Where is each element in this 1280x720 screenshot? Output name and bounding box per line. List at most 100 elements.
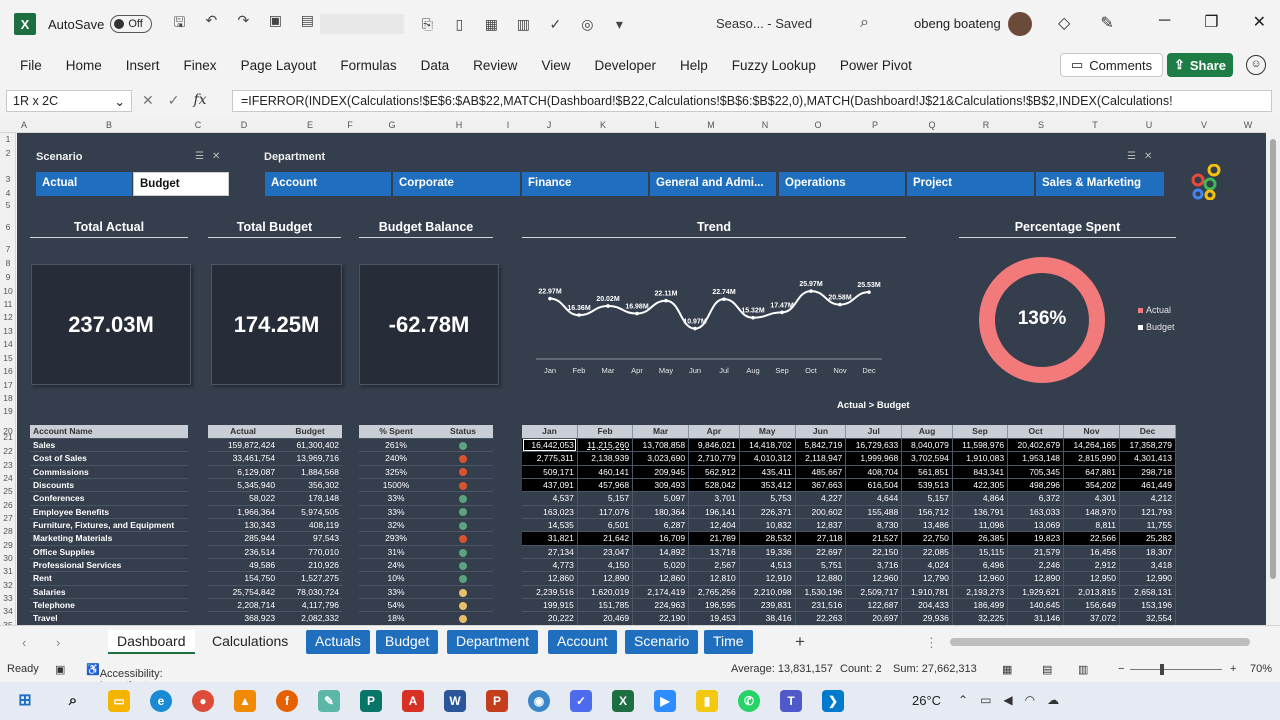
month-value-cell[interactable]: 32,225 xyxy=(952,611,1009,625)
month-value-cell[interactable]: 3,701 xyxy=(688,491,740,506)
row-header[interactable]: 27 xyxy=(0,513,16,523)
month-value-cell[interactable]: 1,530,196 xyxy=(795,585,847,599)
month-value-cell[interactable]: 5,020 xyxy=(632,558,690,573)
month-value-cell[interactable]: 11,755 xyxy=(1119,518,1176,533)
month-value-cell[interactable]: 457,968 xyxy=(577,478,634,493)
month-value-cell[interactable]: 4,773 xyxy=(522,558,578,573)
month-value-cell[interactable]: 6,287 xyxy=(632,518,690,533)
teams-icon[interactable]: T xyxy=(780,690,802,712)
month-value-cell[interactable]: 12,860 xyxy=(522,571,578,586)
row-header[interactable]: 31 xyxy=(0,566,16,576)
zoom-in-icon[interactable]: + xyxy=(1230,663,1236,675)
month-value-cell[interactable]: 12,890 xyxy=(1007,571,1065,586)
status-cell[interactable] xyxy=(433,558,493,573)
column-header[interactable]: N xyxy=(762,120,769,130)
month-value-cell[interactable]: 204,433 xyxy=(901,598,953,613)
budget-cell[interactable]: 2,082,332 xyxy=(278,611,342,625)
pct-spent-cell[interactable]: 10% xyxy=(359,571,434,586)
pct-spent-cell[interactable]: 18% xyxy=(359,611,434,625)
account-name-cell[interactable]: Marketing Materials xyxy=(30,531,188,546)
month-value-cell[interactable]: 163,023 xyxy=(522,505,578,519)
actual-cell[interactable]: 5,345,940 xyxy=(208,478,279,493)
slicer-item-operations[interactable]: Operations xyxy=(779,172,905,196)
tab-review[interactable]: Review xyxy=(461,58,529,73)
network-icon[interactable]: ☁ xyxy=(1047,693,1059,707)
month-value-cell[interactable]: 20,697 xyxy=(845,611,903,625)
month-value-cell[interactable]: 2,765,256 xyxy=(688,585,740,599)
edge-icon[interactable]: e xyxy=(150,690,172,712)
row-header[interactable]: 30 xyxy=(0,553,16,563)
month-value-cell[interactable]: 11,096 xyxy=(952,518,1009,533)
row-header[interactable]: 1 xyxy=(0,134,16,144)
month-value-cell[interactable]: 4,513 xyxy=(739,558,796,573)
month-value-cell[interactable]: 11,215,260 xyxy=(577,438,634,453)
chrome-icon[interactable]: ● xyxy=(192,690,214,712)
month-value-cell[interactable]: 22,750 xyxy=(901,531,953,546)
row-header[interactable]: 18 xyxy=(0,393,16,403)
month-value-cell[interactable]: 155,488 xyxy=(845,505,903,519)
account-name-cell[interactable]: Cost of Sales xyxy=(30,451,188,466)
tab-help[interactable]: Help xyxy=(668,58,720,73)
month-value-cell[interactable]: 121,793 xyxy=(1119,505,1176,519)
row-header[interactable]: 19 xyxy=(0,406,16,416)
wifi-icon[interactable]: ◠ xyxy=(1025,693,1035,707)
month-value-cell[interactable]: 31,146 xyxy=(1007,611,1065,625)
pct-spent-cell[interactable]: 1500% xyxy=(359,478,434,493)
slicer-item-general-admin[interactable]: General and Admi... xyxy=(650,172,776,196)
month-value-cell[interactable]: 21,527 xyxy=(845,531,903,546)
zoom-slider[interactable] xyxy=(1130,669,1222,670)
actual-cell[interactable]: 2,208,714 xyxy=(208,598,279,613)
month-value-cell[interactable]: 209,945 xyxy=(632,465,690,479)
column-header[interactable]: C xyxy=(195,120,202,130)
month-value-cell[interactable]: 21,642 xyxy=(577,531,634,546)
month-value-cell[interactable]: 509,171 xyxy=(522,465,578,479)
status-cell[interactable] xyxy=(433,505,493,519)
month-value-cell[interactable]: 2,912 xyxy=(1063,558,1120,573)
document-icon[interactable]: ▯ xyxy=(450,16,468,33)
month-value-cell[interactable]: 12,404 xyxy=(688,518,740,533)
prev-sheet-icon[interactable]: ‹ xyxy=(22,635,26,650)
sheet-tab-scenario[interactable]: Scenario xyxy=(625,630,699,654)
zoom-level[interactable]: 70% xyxy=(1250,663,1272,675)
page-break-icon[interactable]: ▥ xyxy=(1078,663,1088,676)
month-value-cell[interactable]: 38,416 xyxy=(739,611,796,625)
avatar[interactable] xyxy=(1008,12,1032,36)
table-icon[interactable]: ▥ xyxy=(514,16,532,33)
column-header[interactable]: P xyxy=(872,120,878,130)
month-value-cell[interactable]: 2,658,131 xyxy=(1119,585,1176,599)
column-header[interactable]: V xyxy=(1201,120,1207,130)
column-header[interactable]: U xyxy=(1146,120,1153,130)
tab-finex[interactable]: Finex xyxy=(172,58,229,73)
month-value-cell[interactable]: 12,960 xyxy=(845,571,903,586)
recorder-icon[interactable]: ◉ xyxy=(528,690,550,712)
account-name-cell[interactable]: Employee Benefits xyxy=(30,505,188,519)
account-name-cell[interactable]: Commissions xyxy=(30,465,188,479)
pct-spent-cell[interactable]: 240% xyxy=(359,451,434,466)
budget-cell[interactable]: 5,974,505 xyxy=(278,505,342,519)
word-icon[interactable]: W xyxy=(444,690,466,712)
more-options-icon[interactable]: ⋮ xyxy=(925,635,938,651)
pct-spent-cell[interactable]: 31% xyxy=(359,545,434,559)
budget-cell[interactable]: 78,030,724 xyxy=(278,585,342,599)
redo-icon[interactable]: ↷ xyxy=(234,12,252,36)
row-header[interactable]: 16 xyxy=(0,366,16,376)
month-value-cell[interactable]: 151,785 xyxy=(577,598,634,613)
month-value-cell[interactable]: 14,535 xyxy=(522,518,578,533)
month-value-cell[interactable]: 22,263 xyxy=(795,611,847,625)
month-value-cell[interactable]: 13,716 xyxy=(688,545,740,559)
month-value-cell[interactable]: 298,718 xyxy=(1119,465,1176,479)
status-cell[interactable] xyxy=(433,571,493,586)
row-header[interactable]: 15 xyxy=(0,353,16,363)
column-header[interactable]: Q xyxy=(928,120,935,130)
minimize-icon[interactable]: ─ xyxy=(1159,12,1170,32)
month-value-cell[interactable]: 22,190 xyxy=(632,611,690,625)
actual-cell[interactable]: 6,129,087 xyxy=(208,465,279,479)
month-value-cell[interactable]: 13,069 xyxy=(1007,518,1065,533)
month-value-cell[interactable]: 20,469 xyxy=(577,611,634,625)
month-value-cell[interactable]: 122,687 xyxy=(845,598,903,613)
actual-cell[interactable]: 130,343 xyxy=(208,518,279,533)
row-header[interactable]: 29 xyxy=(0,540,16,550)
row-header[interactable]: 7 xyxy=(0,244,16,254)
row-header[interactable]: 10 xyxy=(0,286,16,296)
status-cell[interactable] xyxy=(433,465,493,479)
